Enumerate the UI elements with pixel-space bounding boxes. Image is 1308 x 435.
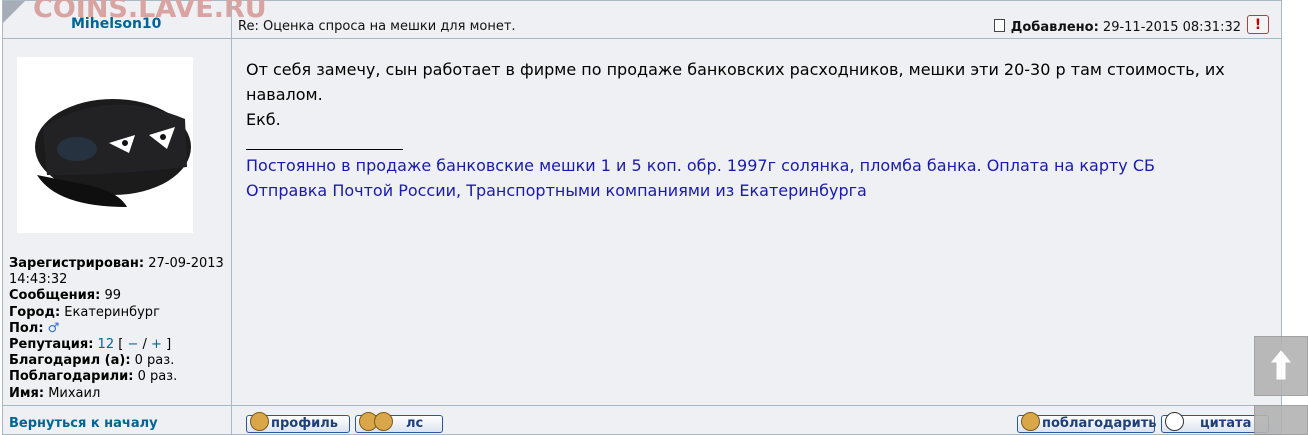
users-icon	[374, 412, 393, 431]
post-subject: Re: Оценка спроса на мешки для монет.	[238, 19, 516, 34]
signature-line: Постоянно в продаже банковские мешки 1 и…	[246, 156, 1155, 175]
thumbs-up-icon	[1021, 412, 1040, 431]
gender-row: Пол: ♂	[9, 320, 60, 336]
scroll-to-top-button[interactable]	[1254, 336, 1308, 396]
message-line: От себя замечу, сын работает в фирме по …	[246, 60, 1225, 104]
post-signature: Постоянно в продаже банковские мешки 1 и…	[246, 153, 1155, 203]
added-label: Добавлено:	[1010, 20, 1099, 35]
message-line: Екб.	[246, 110, 281, 129]
signature-separator	[246, 149, 403, 150]
male-symbol-icon: ♂	[47, 320, 60, 336]
author-column: Зарегистрирован: 27-09-2013 14:43:32 Соо…	[3, 1, 232, 434]
avatar	[17, 57, 193, 233]
profile-button[interactable]: профиль	[246, 412, 350, 433]
was-thanked-value: 0 раз.	[137, 369, 178, 385]
cap-avatar-image	[35, 99, 191, 207]
city-value: Екатеринбург	[64, 304, 160, 320]
messages-value: 99	[104, 288, 121, 304]
messages-row: Сообщения: 99	[9, 288, 121, 304]
post-link-icon[interactable]	[993, 19, 1005, 32]
quote-button[interactable]: цитата	[1161, 412, 1269, 433]
name-value: Михаил	[48, 385, 101, 401]
registered-row: Зарегистрирован: 27-09-2013 14:43:32	[9, 256, 224, 288]
thanked-row: Благодарил (а): 0 раз.	[9, 353, 175, 369]
city-row: Город: Екатеринбург	[9, 304, 160, 320]
name-row: Имя: Михаил	[9, 385, 101, 401]
added-date: 29-11-2015 08:31:32	[1102, 20, 1241, 35]
author-profile-info: Зарегистрирован: 27-09-2013 14:43:32 Соо…	[9, 256, 229, 402]
was-thanked-row: Поблагодарили: 0 раз.	[9, 369, 178, 385]
user-icon	[250, 412, 269, 431]
reputation-minus-button[interactable]: −	[127, 337, 138, 352]
reputation-row: Репутация: 12 [ − / + ]	[9, 337, 172, 353]
footer-divider	[3, 405, 1281, 406]
post-date: Добавлено: 29-11-2015 08:31:32	[993, 19, 1241, 35]
post-message: От себя замечу, сын работает в фирме по …	[246, 57, 1276, 132]
signature-line: Отправка Почтой России, Транспортными ко…	[246, 181, 867, 200]
reputation-plus-button[interactable]: +	[151, 337, 162, 352]
report-button[interactable]: !	[1247, 15, 1269, 34]
thank-button[interactable]: поблагодарить	[1017, 412, 1156, 433]
back-to-top-link[interactable]: Вернуться к началу	[9, 416, 158, 431]
speech-bubble-icon	[1165, 412, 1184, 431]
scroll-to-bottom-button[interactable]	[1254, 405, 1308, 435]
forum-post: COINS.LAVE.RU Mihelson10 Re: Оценка спро…	[2, 0, 1282, 435]
pm-button[interactable]: лс	[355, 412, 443, 433]
reputation-value[interactable]: 12	[98, 337, 115, 352]
thanked-value: 0 раз.	[134, 353, 175, 369]
arrow-up-icon	[1270, 350, 1292, 380]
